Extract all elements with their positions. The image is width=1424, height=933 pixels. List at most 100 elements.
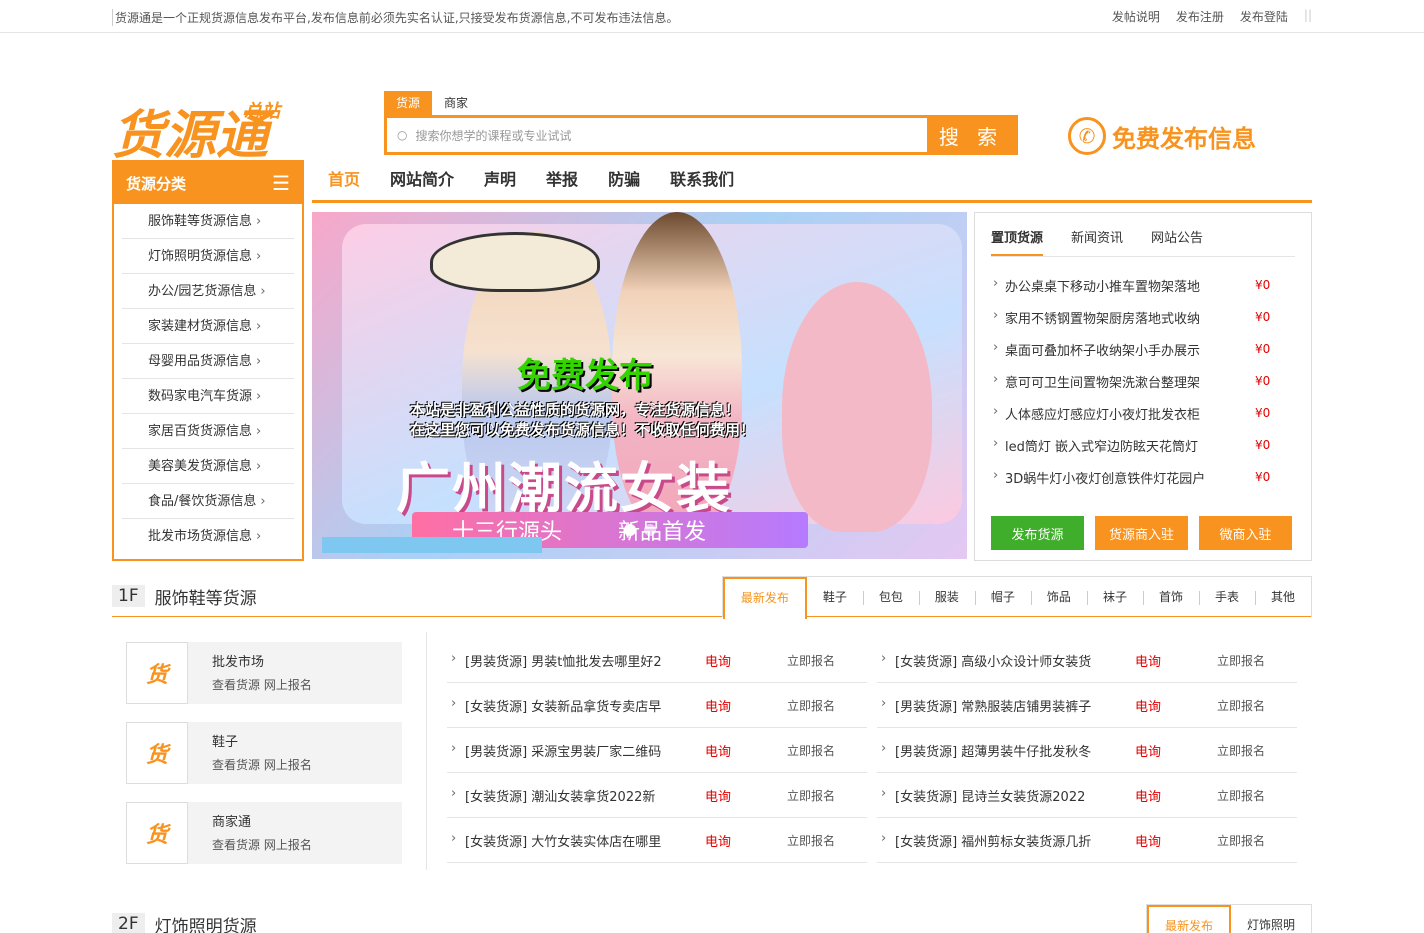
- list-item[interactable]: [女装货源] 女装新品拿货专卖店早电询 立即报名: [447, 683, 867, 728]
- signup-link[interactable]: 立即报名: [1217, 787, 1265, 804]
- category-item[interactable]: 食品/餐饮货源信息: [122, 484, 294, 519]
- list-item[interactable]: [男装货源] 采源宝男装厂家二维码电询 立即报名: [447, 728, 867, 773]
- carousel-dots: [624, 524, 656, 536]
- search-box: ○ 搜索你想学的课程或专业试试 搜 索: [384, 115, 1018, 155]
- tab-jewelry[interactable]: 首饰: [1142, 577, 1199, 617]
- tab-notice[interactable]: 网站公告: [1151, 225, 1203, 256]
- register-link[interactable]: 发布注册: [1176, 8, 1224, 25]
- list-item[interactable]: 桌面可叠加杯子收纳架小手办展示¥0: [991, 333, 1295, 365]
- top-notice-bar: 货源通是一个正规货源信息发布平台,发布信息前必须先实名认证,只接受发布货源信息,…: [0, 0, 1424, 33]
- publish-goods-button[interactable]: 发布货源: [991, 516, 1084, 550]
- market-card[interactable]: 货 批发市场 查看货源 网上报名: [126, 642, 402, 704]
- tab-news[interactable]: 新闻资讯: [1071, 225, 1123, 256]
- market-sub: 查看货源 网上报名: [212, 758, 312, 772]
- signup-link[interactable]: 立即报名: [787, 787, 835, 804]
- search-area: 货源 商家 ○ 搜索你想学的课程或专业试试 搜 索: [384, 91, 1018, 155]
- carousel-dot[interactable]: [644, 524, 656, 536]
- category-item[interactable]: 母婴用品货源信息: [122, 344, 294, 379]
- category-item[interactable]: 数码家电汽车货源: [122, 379, 294, 414]
- market-name: 批发市场: [212, 655, 265, 670]
- nav-home[interactable]: 首页: [328, 160, 360, 200]
- item-price: 电询: [705, 744, 732, 760]
- tab-clothing[interactable]: 服装: [918, 577, 975, 617]
- item-price: ¥0: [1255, 470, 1271, 484]
- search-input[interactable]: ○ 搜索你想学的课程或专业试试: [387, 118, 927, 152]
- item-price: ¥0: [1255, 342, 1271, 356]
- list-item[interactable]: 人体感应灯感应灯小夜灯批发衣柜¥0: [991, 397, 1295, 429]
- site-logo[interactable]: 货源通 总站: [112, 95, 292, 159]
- search-icon: ○: [397, 128, 408, 142]
- posting-guide-link[interactable]: 发帖说明: [1112, 8, 1160, 25]
- signup-link[interactable]: 立即报名: [1217, 832, 1265, 849]
- list-item[interactable]: 3D蜗牛灯小夜灯创意铁件灯花园户¥0: [991, 461, 1295, 493]
- list-item[interactable]: 意可可卫生间置物架洗漱台整理架¥0: [991, 365, 1295, 397]
- tab-socks[interactable]: 袜子: [1086, 577, 1143, 617]
- list-item[interactable]: [男装货源] 男装t恤批发去哪里好2电询 立即报名: [447, 638, 867, 683]
- signup-link[interactable]: 立即报名: [787, 697, 835, 714]
- category-panel: 货源分类 ☰ 服饰鞋等货源信息 灯饰照明货源信息 办公/园艺货源信息 家装建材货…: [112, 160, 304, 561]
- free-publish-link[interactable]: ✆ 免费发布信息: [1068, 117, 1256, 155]
- category-item[interactable]: 家装建材货源信息: [122, 309, 294, 344]
- item-price: 电询: [1135, 834, 1162, 850]
- tab-hats[interactable]: 帽子: [974, 577, 1031, 617]
- list-item[interactable]: led筒灯 嵌入式窄边防眩天花筒灯¥0: [991, 429, 1295, 461]
- login-link[interactable]: 发布登陆: [1240, 8, 1288, 25]
- nav-report[interactable]: 举报: [546, 160, 578, 200]
- tab-latest[interactable]: 最新发布: [722, 577, 807, 619]
- floor-number: 1F: [112, 585, 145, 607]
- signup-link[interactable]: 立即报名: [787, 652, 835, 669]
- nav-anti-fraud[interactable]: 防骗: [608, 160, 640, 200]
- search-tab-merchant[interactable]: 商家: [432, 91, 480, 115]
- list-item[interactable]: [女装货源] 潮汕女装拿货2022新电询 立即报名: [447, 773, 867, 818]
- list-item[interactable]: [男装货源] 超薄男装牛仔批发秋冬电询 立即报名: [877, 728, 1297, 773]
- list-item[interactable]: [男装货源] 常熟服装店铺男装裤子电询 立即报名: [877, 683, 1297, 728]
- item-title: [男装货源] 男装t恤批发去哪里好2: [447, 651, 705, 670]
- tab-watches[interactable]: 手表: [1198, 577, 1255, 617]
- list-item[interactable]: [女装货源] 福州剪标女装货源几折电询 立即报名: [877, 818, 1297, 863]
- category-item[interactable]: 灯饰照明货源信息: [122, 239, 294, 274]
- signup-link[interactable]: 立即报名: [787, 742, 835, 759]
- item-price: 电询: [705, 834, 732, 850]
- divider: [426, 632, 427, 870]
- item-title: [男装货源] 常熟服装店铺男装裤子: [877, 696, 1135, 715]
- signup-link[interactable]: 立即报名: [1217, 742, 1265, 759]
- category-item[interactable]: 服饰鞋等货源信息: [122, 204, 294, 239]
- category-item[interactable]: 美容美发货源信息: [122, 449, 294, 484]
- dress-shape: [782, 282, 932, 532]
- tab-shoes[interactable]: 鞋子: [807, 577, 863, 617]
- nav-contact[interactable]: 联系我们: [670, 160, 734, 200]
- supplier-join-button[interactable]: 货源商入驻: [1095, 516, 1188, 550]
- item-title: [女装货源] 大竹女装实体店在哪里: [447, 831, 705, 850]
- carousel-dot[interactable]: [624, 524, 636, 536]
- category-item[interactable]: 办公/园艺货源信息: [122, 274, 294, 309]
- list-item[interactable]: 办公桌桌下移动小推车置物架落地¥0: [991, 269, 1295, 301]
- market-card[interactable]: 货 鞋子 查看货源 网上报名: [126, 722, 402, 784]
- signup-link[interactable]: 立即报名: [1217, 697, 1265, 714]
- search-tab-goods[interactable]: 货源: [384, 91, 433, 115]
- tab-accessories[interactable]: 饰品: [1030, 577, 1087, 617]
- tab-top-goods[interactable]: 置顶货源: [991, 225, 1044, 256]
- list-item[interactable]: 家用不锈钢置物架厨房落地式收纳¥0: [991, 301, 1295, 333]
- category-header: 货源分类 ☰: [114, 162, 302, 204]
- item-title: [女装货源] 女装新品拿货专卖店早: [447, 696, 705, 715]
- tab-lighting[interactable]: 灯饰照明: [1231, 905, 1311, 933]
- list-item[interactable]: [女装货源] 大竹女装实体店在哪里电询 立即报名: [447, 818, 867, 863]
- signup-link[interactable]: 立即报名: [1217, 652, 1265, 669]
- nav-about[interactable]: 网站简介: [390, 160, 454, 200]
- nav-statement[interactable]: 声明: [484, 160, 516, 200]
- category-item[interactable]: 家居百货货源信息: [122, 414, 294, 449]
- market-name: 鞋子: [212, 735, 239, 750]
- list-item[interactable]: [女装货源] 高级小众设计师女装货电询 立即报名: [877, 638, 1297, 683]
- item-title: [女装货源] 高级小众设计师女装货: [877, 651, 1135, 670]
- market-card[interactable]: 货 商家通 查看货源 网上报名: [126, 802, 402, 864]
- wechat-merchant-join-button[interactable]: 微商入驻: [1199, 516, 1292, 550]
- signup-link[interactable]: 立即报名: [787, 832, 835, 849]
- tab-latest[interactable]: 最新发布: [1146, 905, 1231, 933]
- search-button[interactable]: 搜 索: [927, 118, 1015, 152]
- tab-other[interactable]: 其他: [1254, 577, 1311, 617]
- tab-bags[interactable]: 包包: [862, 577, 919, 617]
- promo-banner[interactable]: 免费发布 本站是非盈利公益性质的货源网，专注货源信息！ 在这里您可以免费发布货源…: [312, 212, 967, 559]
- list-item[interactable]: [女装货源] 昆诗兰女装货源2022电询 立即报名: [877, 773, 1297, 818]
- category-item[interactable]: 批发市场货源信息: [122, 519, 294, 554]
- item-price: 电询: [1135, 654, 1162, 670]
